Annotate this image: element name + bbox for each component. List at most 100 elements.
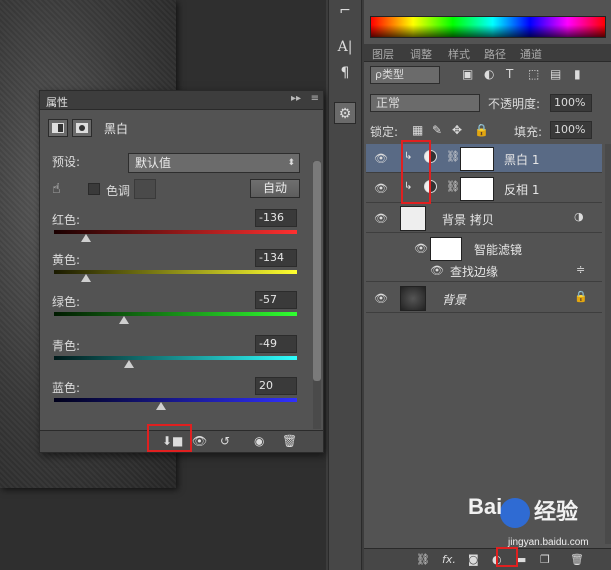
layer-thumbnail[interactable] — [400, 286, 426, 311]
filter-shape-icon[interactable]: ⬚ — [528, 67, 539, 81]
filter-row-find-edges[interactable]: 👁 查找边缘 ≑ — [366, 260, 602, 282]
mask-icon[interactable] — [72, 119, 92, 137]
reset-icon[interactable]: ↺ — [220, 434, 230, 448]
tab-adjustments[interactable]: 调整 — [410, 46, 432, 62]
slider-thumb[interactable] — [80, 234, 91, 242]
add-mask-icon[interactable]: ◙ — [468, 553, 479, 566]
lock-position-icon[interactable]: ✥ — [452, 123, 462, 137]
highlight-box — [401, 140, 431, 204]
slider-label: 青色: — [52, 339, 81, 353]
slider-track[interactable] — [54, 356, 297, 360]
eye-icon[interactable]: 👁 — [374, 212, 388, 225]
fill-label: 填充: — [514, 125, 543, 139]
collapse-icon[interactable]: ▸▸ — [291, 93, 301, 104]
layer-name: 背景 — [442, 293, 467, 307]
layers-area: 图层 调整 样式 路径 通道 ρ类型 ▣ ◐ T ⬚ ▤ ▮ 正常 不透明度: … — [364, 0, 611, 570]
lock-row: 锁定: ▦ ✎ ✥ 🔒 填充: 100% — [370, 121, 606, 140]
preset-value: 默认值 — [135, 156, 172, 170]
color-slider: 绿色: -57 — [52, 291, 300, 333]
brush-preset-icon[interactable]: ⌐ — [334, 0, 356, 22]
properties-tab[interactable]: 属性 — [46, 94, 68, 110]
tint-label: 色调 — [106, 184, 131, 198]
delete-layer-icon[interactable]: 🗑 — [570, 553, 584, 566]
slider-thumb[interactable] — [155, 402, 166, 410]
visibility-icon[interactable]: ◉ — [254, 434, 264, 448]
layers-tabs: 图层 调整 样式 路径 通道 — [364, 44, 611, 62]
lock-pixels-icon[interactable]: ✎ — [432, 123, 442, 137]
blend-mode-dropdown[interactable]: 正常 — [370, 94, 480, 112]
slider-value-field[interactable]: -136 — [255, 209, 297, 227]
slider-value-field[interactable]: -134 — [255, 249, 297, 267]
lock-icon: 🔒 — [574, 290, 588, 303]
adjustment-name: 黑白 — [104, 121, 129, 136]
eye-icon[interactable]: 👁 — [374, 182, 388, 195]
adjustment-icon[interactable] — [48, 119, 68, 137]
layers-scrollbar[interactable] — [605, 144, 611, 544]
filter-type-icon[interactable]: T — [506, 67, 513, 81]
smart-filter-row[interactable]: 👁 智能滤镜 — [366, 234, 602, 263]
panel-menu-icon[interactable]: ≡ — [311, 93, 319, 104]
baidu-paw-logo — [500, 498, 530, 528]
filter-mask-thumb[interactable] — [430, 237, 462, 261]
filter-options-icon[interactable]: ≑ — [576, 263, 585, 276]
watermark-url: jingyan.baidu.com — [508, 537, 589, 548]
targeted-adjust-hand-icon[interactable]: ☝ — [52, 181, 61, 197]
filter-smart-icon[interactable]: ▤ — [550, 67, 561, 81]
color-slider: 黄色: -134 — [52, 249, 300, 291]
adjustment-header: 黑白 — [48, 116, 128, 140]
fx-icon[interactable]: fx. — [442, 553, 456, 566]
layer-filter-row: ρ类型 ▣ ◐ T ⬚ ▤ ▮ — [370, 66, 606, 86]
lock-transparent-icon[interactable]: ▦ — [412, 123, 423, 137]
eye-icon[interactable]: 👁 — [374, 152, 388, 165]
tint-color-swatch[interactable] — [134, 179, 156, 199]
properties-title-bar[interactable]: 属性 ▸▸ ≡ — [40, 91, 323, 110]
link-icon[interactable]: ⛓ — [446, 150, 460, 163]
filter-pixel-icon[interactable]: ▣ — [462, 67, 473, 81]
filter-adjustment-icon[interactable]: ◐ — [484, 67, 494, 81]
slider-value-field[interactable]: -49 — [255, 335, 297, 353]
slider-value-field[interactable]: 20 — [255, 377, 297, 395]
layer-mask-thumb[interactable] — [460, 147, 494, 171]
layer-name: 反相 1 — [504, 183, 540, 197]
slider-label: 绿色: — [52, 295, 81, 309]
eye-icon[interactable]: 👁 — [414, 242, 428, 255]
auto-button[interactable]: 自动 — [250, 179, 300, 198]
opacity-field[interactable]: 100% — [550, 94, 592, 112]
link-icon[interactable]: ⛓ — [446, 180, 460, 193]
slider-thumb[interactable] — [124, 360, 135, 368]
scrollbar-thumb[interactable] — [313, 161, 321, 381]
layer-row-bg-copy[interactable]: 👁 背景 拷贝 ◑ — [366, 204, 602, 233]
slider-track[interactable] — [54, 312, 297, 316]
fill-field[interactable]: 100% — [550, 121, 592, 139]
tab-styles[interactable]: 样式 — [448, 46, 470, 62]
properties-scrollbar[interactable] — [313, 161, 321, 429]
lock-all-icon[interactable]: 🔒 — [474, 123, 489, 137]
new-layer-icon[interactable]: ❐ — [540, 553, 550, 566]
tab-channels[interactable]: 通道 — [520, 46, 542, 62]
eye-icon[interactable]: 👁 — [430, 264, 444, 277]
tint-checkbox[interactable] — [88, 183, 100, 195]
color-spectrum[interactable] — [370, 16, 606, 38]
layer-thumbnail[interactable] — [400, 206, 426, 231]
view-previous-icon[interactable]: 👁 — [192, 434, 207, 448]
highlight-box — [147, 424, 192, 452]
slider-thumb[interactable] — [119, 316, 130, 324]
filter-toggle-icon[interactable]: ▮ — [574, 67, 581, 81]
preset-dropdown[interactable]: 默认值 ⬍ — [128, 153, 300, 173]
tab-paths[interactable]: 路径 — [484, 46, 506, 62]
link-layers-icon[interactable]: ⛓ — [416, 553, 430, 566]
properties-panel: 属性 ▸▸ ≡ 黑白 预设: 默认值 ⬍ ☝ 色调 自动 红色: -136 黄色: -… — [39, 90, 324, 453]
tab-layers[interactable]: 图层 — [372, 46, 394, 62]
layer-row-background[interactable]: 👁 背景 🔒 — [366, 284, 602, 313]
layer-name: 背景 拷贝 — [442, 213, 494, 227]
properties-tool-icon[interactable]: ⚙ — [334, 102, 356, 124]
character-icon[interactable]: A| — [334, 36, 356, 58]
slider-value-field[interactable]: -57 — [255, 291, 297, 309]
kind-dropdown[interactable]: ρ类型 — [370, 66, 440, 84]
slider-thumb[interactable] — [80, 274, 91, 282]
delete-icon[interactable]: 🗑 — [282, 434, 297, 448]
paragraph-icon[interactable]: ¶ — [334, 62, 356, 84]
eye-icon[interactable]: 👁 — [374, 292, 388, 305]
layer-mask-thumb[interactable] — [460, 177, 494, 201]
slider-track[interactable] — [54, 398, 297, 402]
